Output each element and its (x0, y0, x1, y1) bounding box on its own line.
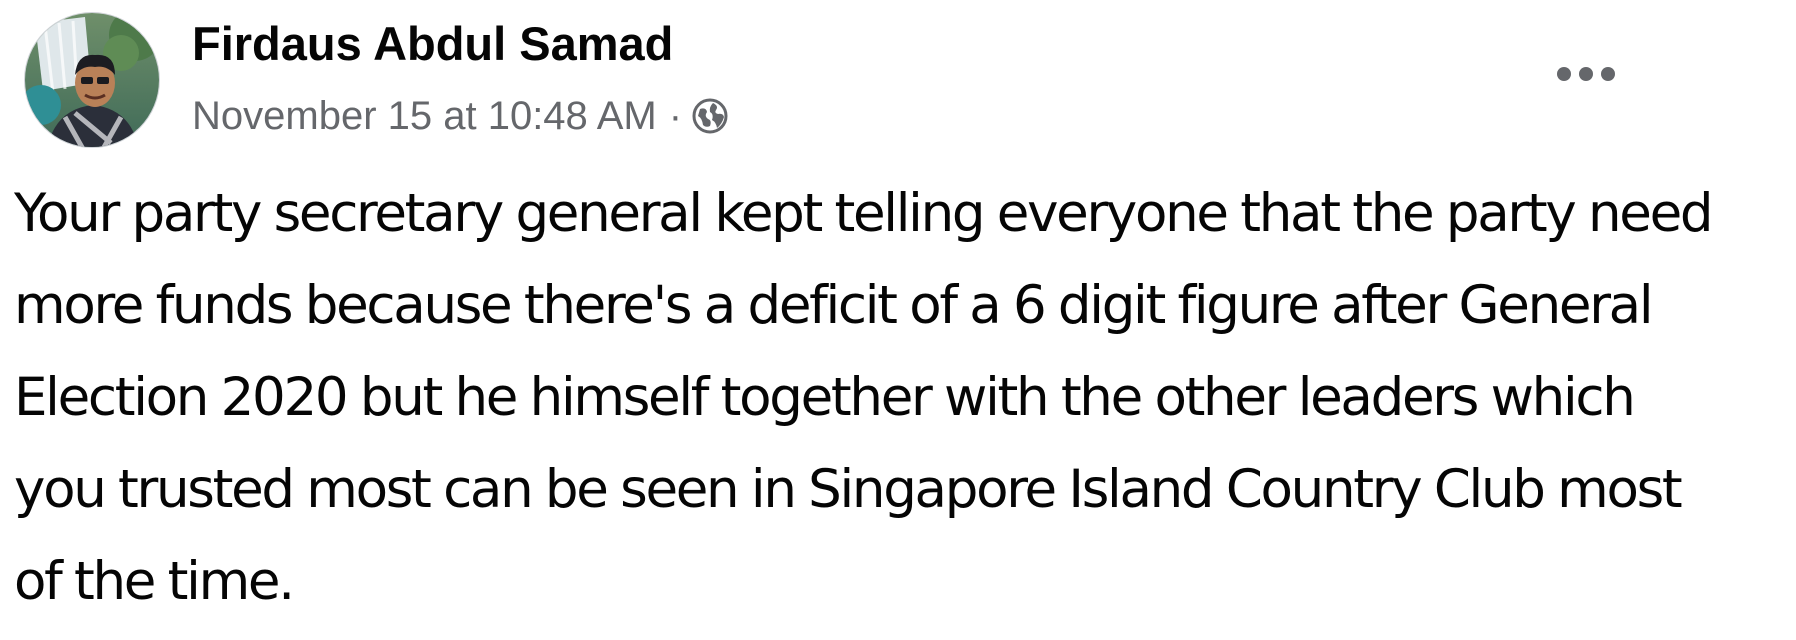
more-options-icon (1557, 67, 1615, 81)
avatar-photo (25, 13, 159, 147)
facebook-post: Firdaus Abdul Samad November 15 at 10:48… (0, 0, 1796, 640)
post-body-line: more funds because there's a deficit of … (14, 275, 1654, 336)
globe-icon[interactable] (692, 98, 728, 134)
post-body: Your party secretary general kept tellin… (14, 168, 1774, 628)
post-body-line: of the time. (14, 551, 295, 612)
post-metadata: November 15 at 10:48 AM · (192, 90, 728, 142)
more-options-button[interactable] (1548, 48, 1624, 100)
post-body-line: you trusted most can be seen in Singapor… (14, 459, 1683, 520)
author-name[interactable]: Firdaus Abdul Samad (192, 16, 673, 71)
post-body-line: Election 2020 but he himself together wi… (14, 367, 1636, 428)
post-timestamp[interactable]: November 15 at 10:48 AM (192, 94, 657, 139)
metadata-separator: · (668, 93, 683, 138)
avatar[interactable] (24, 12, 160, 148)
post-body-line: Your party secretary general kept tellin… (14, 183, 1714, 244)
